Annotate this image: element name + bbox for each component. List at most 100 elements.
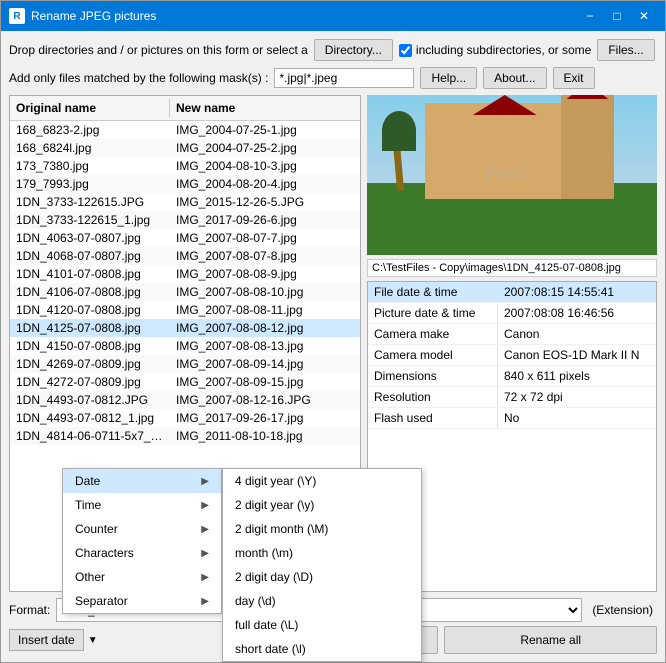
file-new-name: IMG_2004-08-20-4.jpg [170, 176, 360, 192]
info-value: Canon [498, 324, 656, 344]
file-original-name: 1DN_4125-07-0808.jpg [10, 320, 170, 336]
file-row[interactable]: 168_6824l.jpgIMG_2004-07-25-2.jpg [10, 139, 360, 157]
dropdown-item-label: Counter [75, 522, 118, 536]
file-row[interactable]: 1DN_4272-07-0809.jpgIMG_2007-08-09-15.jp… [10, 373, 360, 391]
file-row[interactable]: 1DN_4269-07-0809.jpgIMG_2007-08-09-14.jp… [10, 355, 360, 373]
exit-button[interactable]: Exit [553, 67, 595, 89]
top-row: Drop directories and / or pictures on th… [9, 39, 657, 61]
photo-preview: Files... [367, 95, 657, 255]
submenu-arrow-icon: ▶ [201, 596, 209, 607]
maximize-button[interactable]: □ [604, 6, 630, 26]
submenu-arrow-icon: ▶ [201, 476, 209, 487]
info-row: Resolution72 x 72 dpi [368, 387, 656, 408]
file-row[interactable]: 179_7993.jpgIMG_2004-08-20-4.jpg [10, 175, 360, 193]
file-original-name: 1DN_4814-06-0711-5x7_resiz... [10, 428, 170, 444]
submenu-arrow-icon: ▶ [201, 524, 209, 535]
about-button[interactable]: About... [483, 67, 546, 89]
help-button[interactable]: Help... [420, 67, 477, 89]
dropdown-item-separator[interactable]: Separator ▶ [63, 589, 221, 613]
format-label: Format: [9, 603, 50, 617]
dropdown-item-counter[interactable]: Counter ▶ [63, 517, 221, 541]
window-controls: − □ ✕ [577, 6, 657, 26]
file-row[interactable]: 1DN_4120-07-0808.jpgIMG_2007-08-08-11.jp… [10, 301, 360, 319]
info-value: 2007:08:15 14:55:41 [498, 282, 656, 302]
info-value: No [498, 408, 656, 428]
file-new-name: IMG_2007-08-08-10.jpg [170, 284, 360, 300]
info-value: 2007:08:08 16:46:56 [498, 303, 656, 323]
file-row[interactable]: 1DN_4150-07-0808.jpgIMG_2007-08-08-13.jp… [10, 337, 360, 355]
info-key: Dimensions [368, 366, 498, 386]
date-submenu-item[interactable]: 2 digit year (\y) [223, 493, 421, 517]
file-original-name: 1DN_4272-07-0809.jpg [10, 374, 170, 390]
file-row[interactable]: 173_7380.jpgIMG_2004-08-10-3.jpg [10, 157, 360, 175]
palm-leaf [382, 111, 417, 151]
dropdown-item-date[interactable]: Date▶ [63, 469, 221, 493]
file-new-name: IMG_2017-09-26-6.jpg [170, 212, 360, 228]
file-new-name: IMG_2007-08-09-15.jpg [170, 374, 360, 390]
col-original-name: Original name [10, 99, 170, 117]
info-key: Camera model [368, 345, 498, 365]
file-row[interactable]: 1DN_3733-122615_1.jpgIMG_2017-09-26-6.jp… [10, 211, 360, 229]
file-original-name: 1DN_4150-07-0808.jpg [10, 338, 170, 354]
subdirectories-label: including subdirectories, or some [416, 43, 591, 57]
file-row[interactable]: 1DN_4493-07-0812.JPGIMG_2007-08-12-16.JP… [10, 391, 360, 409]
insert-date-button[interactable]: Insert date [9, 629, 84, 651]
date-submenu-item[interactable]: 2 digit day (\D) [223, 565, 421, 589]
dropdown-item-other[interactable]: Other▶ [63, 565, 221, 589]
window-title: Rename JPEG pictures [31, 9, 577, 23]
file-original-name: 1DN_4493-07-0812_1.jpg [10, 410, 170, 426]
info-row: Flash usedNo [368, 408, 656, 429]
file-row[interactable]: 1DN_4125-07-0808.jpgIMG_2007-08-08-12.jp… [10, 319, 360, 337]
files-button[interactable]: Files... [597, 39, 654, 61]
dropdown-item-label: Separator [75, 594, 128, 608]
dropdown-item-characters[interactable]: Characters ▶ [63, 541, 221, 565]
file-original-name: 1DN_4269-07-0809.jpg [10, 356, 170, 372]
close-button[interactable]: ✕ [631, 6, 657, 26]
file-row[interactable]: 1DN_4814-06-0711-5x7_resiz...IMG_2011-08… [10, 427, 360, 445]
title-bar: R Rename JPEG pictures − □ ✕ [1, 1, 665, 31]
file-row[interactable]: 1DN_4068-07-0807.jpgIMG_2007-08-07-8.jpg [10, 247, 360, 265]
mask-input[interactable] [274, 68, 414, 88]
info-row: File date & time2007:08:15 14:55:41 [368, 282, 656, 303]
info-row: Camera modelCanon EOS-1D Mark II N [368, 345, 656, 366]
file-row[interactable]: 1DN_4063-07-0807.jpgIMG_2007-08-07-7.jpg [10, 229, 360, 247]
insert-date-label: Insert date [18, 633, 75, 647]
directory-button[interactable]: Directory... [314, 39, 393, 61]
subdirectories-checkbox-label[interactable]: including subdirectories, or some [399, 43, 591, 57]
file-row[interactable]: 1DN_3733-122615.JPGIMG_2015-12-26-5.JPG [10, 193, 360, 211]
tower [561, 95, 613, 199]
file-original-name: 1DN_3733-122615.JPG [10, 194, 170, 210]
subdirectories-checkbox[interactable] [399, 44, 412, 57]
dropdown-item-label: Characters [75, 546, 134, 560]
file-new-name: IMG_2007-08-08-12.jpg [170, 320, 360, 336]
file-original-name: 168_6823-2.jpg [10, 122, 170, 138]
col-new-name: New name [170, 99, 360, 117]
dropdown-item-label: Other [75, 570, 105, 584]
file-original-name: 1DN_4063-07-0807.jpg [10, 230, 170, 246]
date-submenu-item[interactable]: day (\d) [223, 589, 421, 613]
dropdown-item-time[interactable]: Time▶ [63, 493, 221, 517]
file-row[interactable]: 1DN_4106-07-0808.jpgIMG_2007-08-08-10.jp… [10, 283, 360, 301]
date-submenu-item[interactable]: month (\m) [223, 541, 421, 565]
main-window: R Rename JPEG pictures − □ ✕ Drop direct… [0, 0, 666, 663]
minimize-button[interactable]: − [577, 6, 603, 26]
info-key: Camera make [368, 324, 498, 344]
rename-all-button[interactable]: Rename all [444, 626, 657, 654]
file-row[interactable]: 1DN_4101-07-0808.jpgIMG_2007-08-08-9.jpg [10, 265, 360, 283]
date-submenu-item[interactable]: 2 digit month (\M) [223, 517, 421, 541]
file-row[interactable]: 1DN_4493-07-0812_1.jpgIMG_2017-09-26-17.… [10, 409, 360, 427]
file-original-name: 1DN_4106-07-0808.jpg [10, 284, 170, 300]
date-submenu-item[interactable]: full date (\L) [223, 613, 421, 637]
insert-date-arrow: ▼ [88, 635, 98, 646]
info-value: 840 x 611 pixels [498, 366, 656, 386]
file-row[interactable]: 168_6823-2.jpgIMG_2004-07-25-1.jpg [10, 121, 360, 139]
date-submenu-item[interactable]: short date (\l) [223, 637, 421, 661]
file-new-name: IMG_2007-08-09-14.jpg [170, 356, 360, 372]
mask-label: Add only files matched by the following … [9, 71, 268, 85]
date-submenu-item[interactable]: 4 digit year (\Y) [223, 469, 421, 493]
submenu-arrow-icon: ▶ [201, 548, 209, 559]
file-new-name: IMG_2007-08-12-16.JPG [170, 392, 360, 408]
drop-description: Drop directories and / or pictures on th… [9, 43, 308, 57]
file-new-name: IMG_2004-08-10-3.jpg [170, 158, 360, 174]
file-new-name: IMG_2007-08-07-8.jpg [170, 248, 360, 264]
